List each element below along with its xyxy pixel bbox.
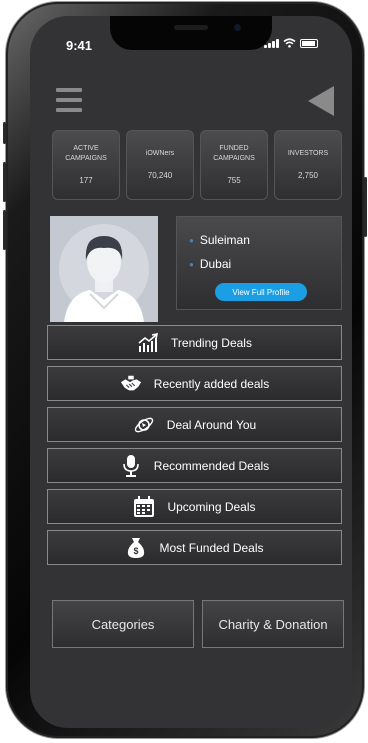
deal-label: Upcoming Deals — [167, 499, 256, 514]
stat-value: 2,750 — [297, 171, 319, 180]
deal-label: Recommended Deals — [153, 458, 270, 473]
svg-text:$: $ — [134, 546, 139, 556]
volume-down-button — [3, 210, 6, 250]
app-screen: 9:41 ACTIVE CAMPAIGNS 177 iOWNers 70,240… — [30, 16, 352, 728]
location-pin-icon: ● — [189, 259, 194, 269]
profile-location-row: ● Dubai — [189, 257, 231, 271]
profile-card: ● Suleiman ● Dubai View Full Profile — [176, 216, 342, 310]
stat-iowners[interactable]: iOWNers 70,240 — [126, 130, 194, 200]
globe-orbit-icon — [133, 414, 155, 436]
profile-name-row: ● Suleiman — [189, 233, 250, 247]
deal-recommended[interactable]: Recommended Deals — [47, 448, 342, 483]
deal-recently-added[interactable]: Recently added deals — [47, 366, 342, 401]
deals-list: Trending Deals Recently added deals Deal… — [47, 325, 342, 571]
signal-icon — [264, 38, 279, 48]
deal-trending[interactable]: Trending Deals — [47, 325, 342, 360]
calendar-icon — [133, 495, 155, 518]
profile-location: Dubai — [199, 257, 232, 271]
view-full-profile-button[interactable]: View Full Profile — [215, 283, 307, 301]
avatar — [50, 216, 158, 322]
speaker — [174, 25, 208, 30]
microphone-icon — [120, 454, 142, 477]
deal-most-funded[interactable]: $ Most Funded Deals — [47, 530, 342, 565]
categories-button[interactable]: Categories — [52, 600, 194, 648]
stat-funded-campaigns[interactable]: FUNDED CAMPAIGNS 755 — [200, 130, 268, 200]
wifi-icon — [283, 38, 296, 48]
deal-around-you[interactable]: Deal Around You — [47, 407, 342, 442]
power-button — [364, 177, 367, 237]
stat-investors[interactable]: INVESTORS 2,750 — [274, 130, 342, 200]
money-bag-icon: $ — [125, 537, 147, 559]
deal-label: Deal Around You — [166, 417, 257, 432]
status-icons — [264, 38, 318, 48]
stat-label: INVESTORS — [287, 150, 329, 157]
user-silhouette-icon — [59, 224, 149, 322]
deal-label: Recently added deals — [153, 376, 270, 391]
stat-label: FUNDED CAMPAIGNS — [213, 145, 255, 162]
battery-icon — [300, 38, 318, 48]
deal-label: Trending Deals — [171, 335, 252, 350]
stat-value: 70,240 — [147, 171, 173, 180]
stat-active-campaigns[interactable]: ACTIVE CAMPAIGNS 177 — [52, 130, 120, 200]
back-arrow-icon[interactable] — [308, 86, 334, 116]
profile-name: Suleiman — [199, 233, 250, 247]
stat-label: iOWNers — [145, 150, 175, 157]
volume-up-button — [3, 162, 6, 202]
user-icon: ● — [189, 235, 194, 245]
stat-value: 177 — [79, 176, 93, 185]
deal-upcoming[interactable]: Upcoming Deals — [47, 489, 342, 524]
phone-frame: 9:41 ACTIVE CAMPAIGNS 177 iOWNers 70,240… — [3, 2, 367, 738]
deal-label: Most Funded Deals — [159, 540, 264, 555]
status-time: 9:41 — [66, 38, 93, 53]
stat-value: 755 — [227, 176, 241, 185]
trending-chart-icon — [137, 332, 159, 354]
bottom-actions: Categories Charity & Donation — [52, 600, 344, 648]
front-camera — [234, 24, 241, 31]
notch — [110, 16, 272, 50]
stats-row: ACTIVE CAMPAIGNS 177 iOWNers 70,240 FUND… — [52, 130, 344, 200]
handshake-icon — [120, 373, 142, 395]
charity-donation-button[interactable]: Charity & Donation — [202, 600, 344, 648]
mute-switch — [3, 122, 6, 144]
stat-label: ACTIVE CAMPAIGNS — [65, 145, 107, 162]
hamburger-menu-icon[interactable] — [56, 88, 82, 112]
